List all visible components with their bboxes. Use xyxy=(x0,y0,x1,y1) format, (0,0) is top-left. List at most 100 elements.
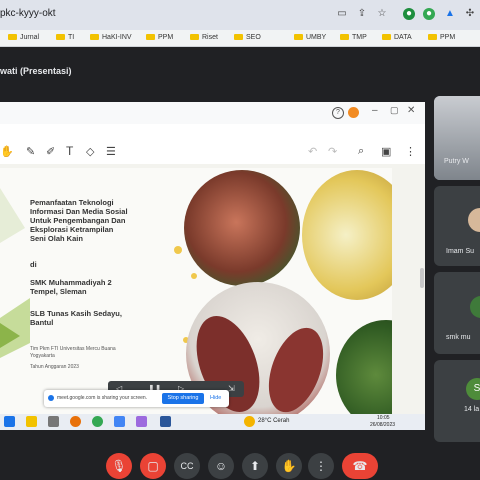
folder-icon xyxy=(382,34,391,41)
sharing-notice-text: meet.google.com is sharing your screen. xyxy=(57,395,148,401)
annotation-toolbar: ✋ ✎ ✐ T ◇ ☰ ↶ ↷ ⌕ ▣ ⋮ xyxy=(0,140,425,165)
extension-icon[interactable]: ● xyxy=(423,8,435,20)
undo-icon[interactable]: ↶ xyxy=(308,145,317,158)
folder-icon xyxy=(56,34,65,41)
bookmark-item[interactable]: Riset xyxy=(190,31,218,45)
redo-icon[interactable]: ↷ xyxy=(328,145,337,158)
bookmark-item[interactable]: DATA xyxy=(382,31,412,45)
sharing-icon xyxy=(48,395,54,401)
firefox-icon[interactable] xyxy=(70,416,81,427)
list-icon[interactable]: ☰ xyxy=(106,145,116,158)
slide-school-line: SMK Muhammadiyah 2 xyxy=(30,278,112,287)
slide-title-line: Seni Olah Kain xyxy=(30,234,83,243)
share-icon[interactable]: ⇪ xyxy=(356,8,368,20)
hand-tool-icon[interactable]: ✋ xyxy=(0,145,14,158)
account-avatar[interactable] xyxy=(348,107,359,118)
fabric-circle-image xyxy=(184,170,300,286)
mic-off-icon[interactable]: 🎙 xyxy=(106,453,132,479)
bookmark-item[interactable]: UMBY xyxy=(294,31,326,45)
address-bar: pkc-kyyy-okt ▭ ⇪ ☆ ● ● ▲ ✣ xyxy=(0,0,480,30)
folder-icon xyxy=(294,34,303,41)
dot-shape xyxy=(191,273,197,279)
text-tool-icon[interactable]: T xyxy=(66,144,73,158)
participant-tile[interactable]: Imam Su xyxy=(434,186,480,266)
puzzle-icon[interactable]: ✣ xyxy=(464,8,476,20)
emoji-icon[interactable]: ☺ xyxy=(208,453,234,479)
slide-team-line: Tim Pkm FTI Universitas Mercu Buana xyxy=(30,346,116,352)
more-options-icon[interactable]: ⋮ xyxy=(308,453,334,479)
slide-title-line: Eksplorasi Ketrampilan xyxy=(30,225,114,234)
presenter-title: wati (Presentasi) xyxy=(0,66,72,76)
drive-icon[interactable]: ▲ xyxy=(444,8,456,20)
avatar xyxy=(470,296,480,318)
star-icon[interactable]: ☆ xyxy=(376,8,388,20)
participant-video xyxy=(434,96,480,180)
app-icon[interactable] xyxy=(48,416,59,427)
folder-icon xyxy=(8,34,17,41)
bookmark-item[interactable]: TMP xyxy=(340,31,367,45)
file-explorer-icon[interactable] xyxy=(26,416,37,427)
stop-sharing-button[interactable]: Stop sharing xyxy=(162,393,204,404)
raise-hand-icon[interactable]: ✋ xyxy=(276,453,302,479)
slide-team-line: Yogyakarta xyxy=(30,353,55,359)
clock-time: 10:05 xyxy=(377,415,390,421)
captions-icon[interactable]: CC xyxy=(174,453,200,479)
cast-icon[interactable]: ▭ xyxy=(336,8,348,20)
avatar: S xyxy=(466,378,480,400)
participant-name: smk mu xyxy=(446,334,471,341)
folder-icon xyxy=(428,34,437,41)
highlighter-icon[interactable]: ✐ xyxy=(46,145,55,158)
start-icon[interactable] xyxy=(4,416,15,427)
participant-tile[interactable]: S 14 la xyxy=(434,360,480,442)
participant-tile[interactable]: Putry W xyxy=(434,96,480,180)
slide-title-line: Informasi Dan Media Sosial xyxy=(30,207,128,216)
fullscreen-icon[interactable]: ⇲ xyxy=(228,384,235,393)
app-icon[interactable] xyxy=(136,416,147,427)
participant-name: Imam Su xyxy=(446,248,475,255)
more-icon[interactable]: ⋮ xyxy=(405,145,416,158)
dot-shape xyxy=(174,246,182,254)
word-icon[interactable] xyxy=(160,416,171,427)
slide-di: di xyxy=(30,260,37,269)
pen-icon[interactable]: ✎ xyxy=(26,145,35,158)
close-icon[interactable]: ✕ xyxy=(407,105,415,116)
bookmark-item[interactable]: TI xyxy=(56,31,74,45)
presentation-slide: Pemanfaatan Teknologi Informasi Dan Medi… xyxy=(0,168,392,414)
bookmark-item[interactable]: PPM xyxy=(146,31,173,45)
hide-button[interactable]: Hide xyxy=(210,395,221,401)
bookmark-item[interactable]: HaKI-INV xyxy=(90,31,132,45)
end-call-icon[interactable]: ☎ xyxy=(342,453,378,479)
folder-icon xyxy=(146,34,155,41)
extension-icon[interactable]: ● xyxy=(403,8,415,20)
participant-name: Putry W xyxy=(444,158,469,165)
windows-taskbar: 28°C Cerah 10:05 26/08/2023 xyxy=(0,414,425,430)
bookmark-item[interactable]: PPM xyxy=(428,31,455,45)
slide-year: Tahun Anggaran 2023 xyxy=(30,364,79,370)
participant-count[interactable]: 14 la xyxy=(464,406,479,413)
camera-off-icon[interactable]: ▢ xyxy=(140,453,166,479)
chrome-icon[interactable] xyxy=(92,416,103,427)
present-icon[interactable]: ⬆ xyxy=(242,453,268,479)
search-icon[interactable]: ⌕ xyxy=(358,145,364,158)
avatar xyxy=(468,208,480,232)
minimize-icon[interactable]: – xyxy=(372,105,378,116)
bookmark-item[interactable]: SEO xyxy=(234,31,261,45)
maximize-icon[interactable]: ▢ xyxy=(390,105,399,116)
help-icon[interactable]: ? xyxy=(332,107,344,119)
scrollbar[interactable] xyxy=(420,268,424,288)
slide-title-line: Untuk Pengembangan Dan xyxy=(30,216,126,225)
app-icon[interactable] xyxy=(114,416,125,427)
save-icon[interactable]: ▣ xyxy=(381,145,391,158)
weather-text: 28°C Cerah xyxy=(258,418,290,424)
slide-title-line: Pemanfaatan Teknologi xyxy=(30,198,114,207)
slide-school-line: SLB Tunas Kasih Sedayu, xyxy=(30,309,122,318)
folder-icon xyxy=(90,34,99,41)
folder-icon xyxy=(234,34,243,41)
slide-school-line: Tempel, Sleman xyxy=(30,287,87,296)
sharing-notice: meet.google.com is sharing your screen. … xyxy=(44,390,229,407)
bookmark-item[interactable]: Jurnal xyxy=(8,31,39,45)
folder-icon xyxy=(190,34,199,41)
shapes-icon[interactable]: ◇ xyxy=(86,145,94,158)
participant-tile[interactable]: smk mu xyxy=(434,272,480,354)
url-text[interactable]: pkc-kyyy-okt xyxy=(0,8,56,19)
